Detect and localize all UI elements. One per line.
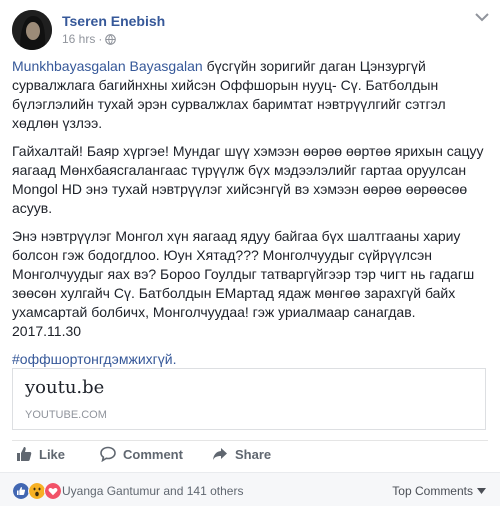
link-card-domain: YOUTUBE.COM xyxy=(25,409,107,421)
reaction-icons[interactable] xyxy=(12,482,62,500)
comment-button[interactable]: Comment xyxy=(100,444,183,464)
caret-down-icon xyxy=(477,488,486,494)
post-body: Munkhbayasgalan Bayasgalan бүсгүйн зориг… xyxy=(12,57,488,378)
chevron-down-icon[interactable] xyxy=(474,12,490,22)
link-preview-card[interactable]: youtu.be YOUTUBE.COM xyxy=(12,368,486,430)
link-card-title[interactable]: youtu.be xyxy=(25,377,104,398)
post-date: 2017.11.30 xyxy=(12,323,82,339)
like-label: Like xyxy=(39,446,66,462)
author-name[interactable]: Tseren Enebish xyxy=(62,13,165,29)
comment-label: Comment xyxy=(123,446,183,462)
comment-icon xyxy=(100,446,116,462)
love-icon xyxy=(44,482,62,500)
post-meta: 16 hrs · xyxy=(62,32,117,46)
paragraph-2: Гайхалтай! Баяр хүргэе! Мундаг шүү хэмээ… xyxy=(12,143,484,216)
hashtag-link[interactable]: #оффшортонгдэмжихгүй. xyxy=(12,351,176,367)
sort-label: Top Comments xyxy=(392,484,473,498)
facebook-post: Tseren Enebish 16 hrs · Munkhbayasgalan … xyxy=(0,0,500,506)
action-bar: Like Comment Share xyxy=(12,440,488,465)
paragraph-3: Энэ нэвтрүүлэг Монгол хүн яагаад ядуу ба… xyxy=(12,227,488,341)
thumbs-up-icon xyxy=(17,447,32,461)
avatar[interactable] xyxy=(12,10,52,50)
top-comments-dropdown[interactable]: Top Comments xyxy=(392,484,486,498)
post-footer: Uyanga Gantumur and 141 others Top Comme… xyxy=(0,472,500,506)
mention-link[interactable]: Munkhbayasgalan Bayasgalan xyxy=(12,58,203,74)
share-button[interactable]: Share xyxy=(212,444,271,464)
post-timestamp[interactable]: 16 hrs xyxy=(62,32,95,46)
meta-separator: · xyxy=(98,32,103,46)
reactions-summary[interactable]: Uyanga Gantumur and 141 others xyxy=(62,484,243,498)
paragraph-3-text: Энэ нэвтрүүлэг Монгол хүн яагаад ядуу ба… xyxy=(12,228,475,320)
globe-icon xyxy=(105,33,117,45)
post-header: Tseren Enebish 16 hrs · xyxy=(12,10,490,50)
paragraph-1: Munkhbayasgalan Bayasgalan бүсгүйн зориг… xyxy=(12,57,488,133)
share-label: Share xyxy=(235,446,272,462)
like-button[interactable]: Like xyxy=(16,444,65,464)
share-icon xyxy=(213,448,227,460)
hashtag-paragraph: #оффшортонгдэмжихгүй. xyxy=(12,350,488,369)
